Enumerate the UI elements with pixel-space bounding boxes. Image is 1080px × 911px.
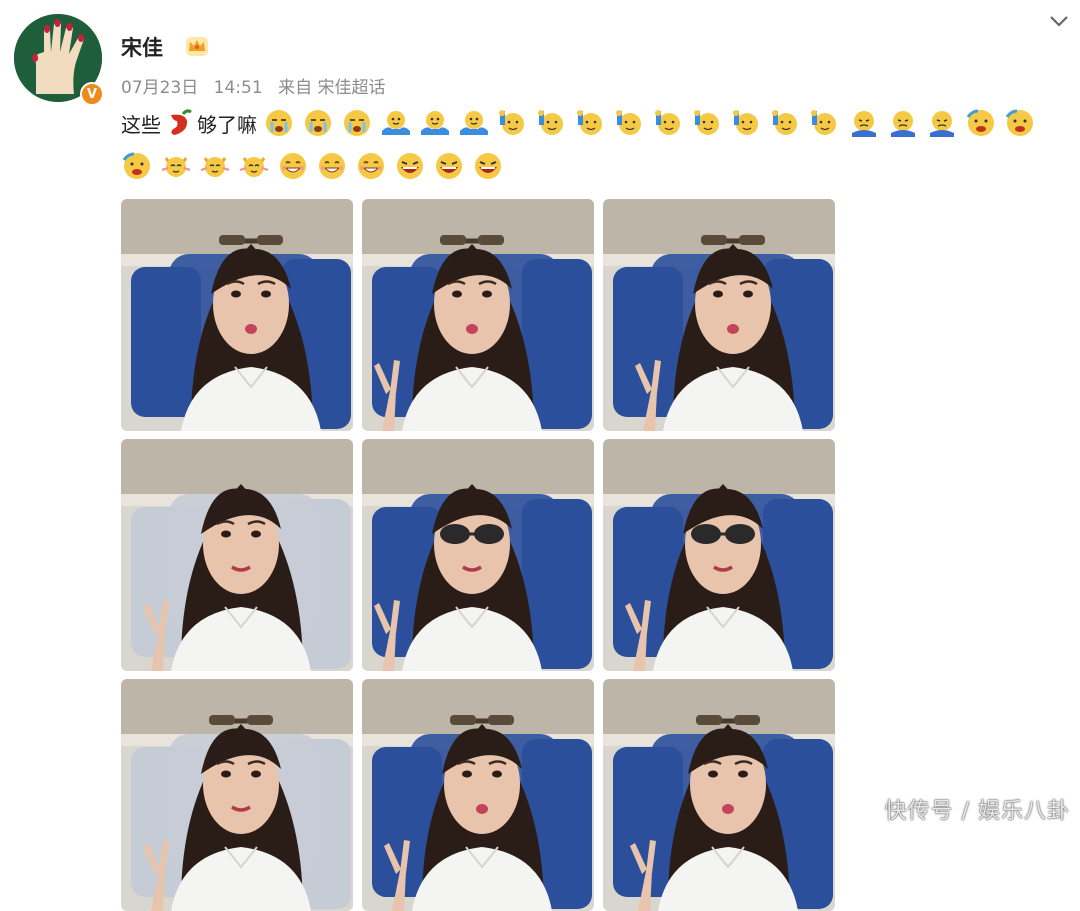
verified-badge: V — [80, 82, 104, 106]
grin-emoji-icon — [277, 150, 309, 182]
chili-emoji-icon — [163, 107, 195, 139]
post-text-line-2 — [121, 149, 511, 183]
laugh-emoji-icon — [472, 150, 504, 182]
wave-emoji-icon — [692, 107, 724, 139]
crown-icon — [184, 34, 210, 58]
photo-thumbnail[interactable] — [603, 679, 835, 911]
photo-grid — [121, 199, 835, 911]
post-source[interactable]: 来自 宋佳超话 — [278, 78, 385, 98]
sweat-emoji-icon — [848, 107, 880, 139]
grin-emoji-icon — [316, 150, 348, 182]
username[interactable]: 宋佳 — [121, 32, 163, 62]
wave-emoji-icon — [731, 107, 763, 139]
photo-thumbnail[interactable] — [121, 679, 353, 911]
chevron-down-icon[interactable] — [1048, 10, 1070, 32]
photo-thumbnail[interactable] — [603, 439, 835, 671]
sweat-emoji-icon — [887, 107, 919, 139]
laugh-emoji-icon — [394, 150, 426, 182]
cat-emoji-icon — [199, 150, 231, 182]
photo-thumbnail[interactable] — [121, 199, 353, 431]
wave-emoji-icon — [809, 107, 841, 139]
tears-emoji-icon — [263, 107, 295, 139]
photo-thumbnail[interactable] — [362, 439, 594, 671]
post-date: 07月23日 — [121, 78, 199, 98]
globe-emoji-icon — [1004, 107, 1036, 139]
photo-thumbnail[interactable] — [603, 199, 835, 431]
photo-thumbnail[interactable] — [362, 679, 594, 911]
sweat-emoji-icon — [926, 107, 958, 139]
post-text-part-1: 这些 — [121, 112, 161, 137]
photo-thumbnail[interactable] — [362, 199, 594, 431]
watermark: 快传号 / 娱乐八卦 — [884, 799, 1070, 824]
wave-emoji-icon — [497, 107, 529, 139]
tears-emoji-icon — [302, 107, 334, 139]
wave-emoji-icon — [653, 107, 685, 139]
laugh-emoji-icon — [433, 150, 465, 182]
shrug-emoji-icon — [458, 107, 490, 139]
photo-thumbnail[interactable] — [121, 439, 353, 671]
cat-emoji-icon — [238, 150, 270, 182]
post-text-line-1: 这些 够了嘛 — [121, 107, 1043, 139]
post-meta: 07月23日 14:51 来自 宋佳超话 — [121, 73, 395, 98]
wave-emoji-icon — [770, 107, 802, 139]
globe-emoji-icon — [121, 150, 153, 182]
wave-emoji-icon — [536, 107, 568, 139]
post-text-part-2: 够了嘛 — [197, 112, 257, 137]
shrug-emoji-icon — [380, 107, 412, 139]
tears-emoji-icon — [341, 107, 373, 139]
globe-emoji-icon — [965, 107, 997, 139]
post-time: 14:51 — [213, 78, 263, 98]
cat-emoji-icon — [160, 150, 192, 182]
wave-emoji-icon — [575, 107, 607, 139]
wave-emoji-icon — [614, 107, 646, 139]
grin-emoji-icon — [355, 150, 387, 182]
shrug-emoji-icon — [419, 107, 451, 139]
